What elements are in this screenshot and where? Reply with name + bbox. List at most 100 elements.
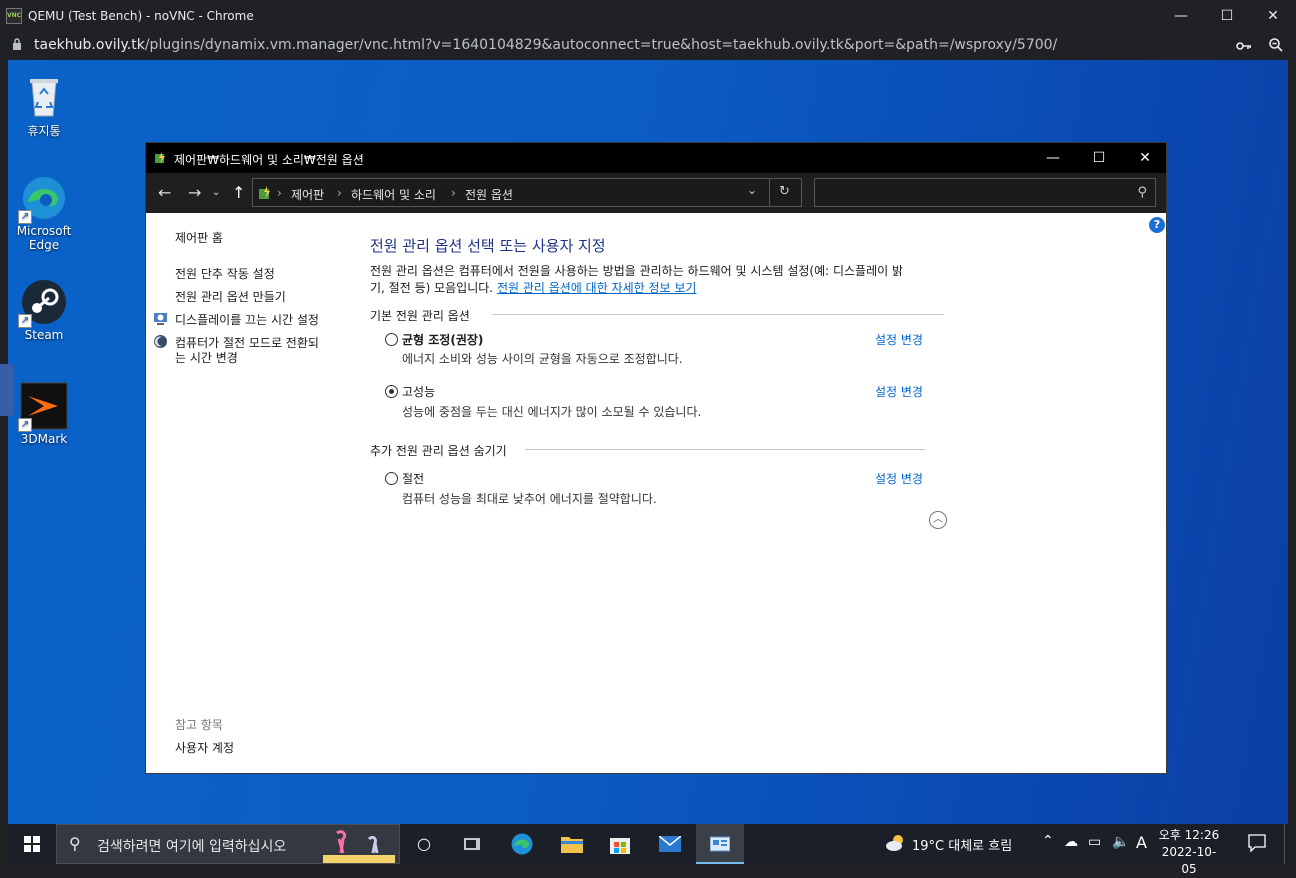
task-view-icon[interactable] — [448, 824, 496, 864]
plan-name-balanced[interactable]: 균형 조정(권장) — [402, 331, 483, 348]
plan-desc-balanced: 에너지 소비와 성능 사이의 균형을 자동으로 조정합니다. — [402, 352, 683, 366]
change-settings-power-saver-link[interactable]: 설정 변경 — [875, 470, 923, 487]
weather-cloud-sun-icon[interactable] — [884, 832, 906, 854]
url-host: taekhub.ovily.tk — [34, 37, 145, 53]
see-also-header: 참고 항목 — [175, 718, 223, 732]
edge-icon: ↗ — [18, 174, 68, 224]
url-path: /plugins/dynamix.vm.manager/vnc.html?v=1… — [144, 37, 1058, 53]
breadcrumb-separator: › — [451, 186, 456, 200]
plan-name-power-saver[interactable]: 절전 — [402, 470, 424, 487]
recent-locations-chevron-icon[interactable]: ⌄ — [212, 187, 220, 198]
page-description: 전원 관리 옵션은 컴퓨터에서 전원을 사용하는 방법을 관리하는 하드웨어 및… — [370, 263, 960, 297]
desktop-icon-edge[interactable]: ↗ Microsoft Edge — [8, 174, 80, 252]
desktop-icon-label: 3DMark — [20, 432, 68, 446]
description-line1: 전원 관리 옵션은 컴퓨터에서 전원을 사용하는 방법을 관리하는 하드웨어 및… — [370, 264, 904, 278]
start-button[interactable] — [8, 824, 56, 864]
search-highlight-flamingo-icon — [323, 830, 395, 863]
plan-name-high-performance[interactable]: 고성능 — [402, 383, 435, 400]
shortcut-arrow-icon: ↗ — [18, 210, 32, 224]
plan-radio-balanced[interactable] — [385, 333, 398, 346]
section-divider — [492, 314, 944, 315]
sidebar-item-power-button-settings[interactable]: 전원 단추 작동 설정 — [175, 265, 275, 282]
sleep-moon-icon — [154, 335, 167, 348]
browser-address-bar[interactable]: taekhub.ovily.tk/plugins/dynamix.vm.mana… — [0, 32, 1296, 60]
address-divider — [769, 179, 770, 206]
network-icon[interactable]: ▭ — [1088, 834, 1101, 850]
clock-time: 오후 12:26 — [1158, 828, 1220, 842]
display-clock-icon — [154, 313, 167, 325]
file-explorer-icon[interactable] — [548, 824, 596, 864]
taskbar-edge-icon[interactable] — [498, 824, 546, 864]
plan-radio-power-saver[interactable] — [385, 472, 398, 485]
window-minimize-button[interactable]: — — [1030, 143, 1076, 173]
tray-overflow-chevron-icon[interactable]: ⌃ — [1042, 833, 1054, 849]
steam-icon: ↗ — [18, 278, 68, 328]
sidebar-item-sleep-time-line2[interactable]: 는 시간 변경 — [175, 349, 238, 366]
main-content: 전원 관리 옵션 선택 또는 사용자 지정 전원 관리 옵션은 컴퓨터에서 전원… — [370, 213, 1150, 773]
breadcrumb-power-options[interactable]: 전원 옵션 — [465, 186, 513, 203]
taskbar: ⚲ 검색하려면 여기에 입력하십시오 ○ 19°C 대체로 흐림 ⌃ ☁ ▭ 🔈… — [8, 824, 1288, 876]
power-options-icon — [155, 152, 165, 164]
more-info-link[interactable]: 전원 관리 옵션에 대한 자세한 정보 보기 — [497, 281, 697, 295]
plan-radio-high-performance[interactable] — [385, 385, 398, 398]
window-close-button[interactable]: ✕ — [1122, 143, 1168, 173]
back-arrow-icon[interactable]: ← — [158, 183, 171, 202]
breadcrumb-hardware-sound[interactable]: 하드웨어 및 소리 — [351, 186, 436, 203]
browser-maximize-button[interactable]: ☐ — [1204, 0, 1250, 32]
lock-icon — [13, 38, 21, 50]
store-icon[interactable] — [596, 824, 644, 864]
up-arrow-icon[interactable]: ↑ — [232, 183, 245, 202]
desktop-icon-label: Microsoft Edge — [16, 224, 72, 252]
mail-icon[interactable] — [646, 824, 694, 864]
sidebar-item-control-panel-home[interactable]: 제어판 홈 — [175, 229, 223, 246]
address-bar[interactable]: › 제어판 › 하드웨어 및 소리 › 전원 옵션 ⌄ ↻ — [252, 178, 802, 207]
search-icon[interactable]: ⚲ — [1137, 185, 1147, 200]
collapse-chevron-up-icon[interactable]: ︿ — [929, 511, 947, 529]
desktop: 휴지통 ↗ Microsoft Edge ↗ Steam ↗ 3DMark 제어… — [8, 60, 1288, 824]
change-settings-high-performance-link[interactable]: 설정 변경 — [875, 383, 923, 400]
help-icon[interactable]: ? — [1149, 217, 1165, 233]
action-center-icon[interactable] — [1248, 834, 1266, 852]
desktop-icon-3dmark[interactable]: ↗ 3DMark — [8, 382, 80, 446]
search-input[interactable]: ⚲ — [814, 178, 1156, 207]
search-placeholder: 검색하려면 여기에 입력하십시오 — [97, 839, 287, 855]
ime-indicator[interactable]: A — [1136, 833, 1147, 852]
cortana-circle-icon[interactable]: ○ — [400, 824, 448, 864]
extra-plans-header[interactable]: 추가 전원 관리 옵션 숨기기 — [370, 442, 507, 459]
breadcrumb-control-panel[interactable]: 제어판 — [291, 186, 324, 203]
desktop-icon-steam[interactable]: ↗ Steam — [8, 278, 80, 342]
sidebar-item-user-accounts[interactable]: 사용자 계정 — [175, 739, 234, 756]
recycle-bin-icon — [20, 72, 68, 120]
control-panel-icon — [259, 186, 270, 199]
description-line2: 기, 절전 등) 모음입니다. — [370, 281, 497, 295]
search-icon: ⚲ — [69, 834, 81, 853]
change-settings-balanced-link[interactable]: 설정 변경 — [875, 331, 923, 348]
left-navigation-pane: 제어판 홈 전원 단추 작동 설정 전원 관리 옵션 만들기 디스플레이를 끄는… — [146, 213, 346, 773]
system-clock[interactable]: 오후 12:26 2022-10-05 — [1157, 827, 1221, 878]
weather-text[interactable]: 19°C 대체로 흐림 — [912, 835, 1012, 875]
shortcut-arrow-icon: ↗ — [18, 418, 32, 432]
refresh-icon[interactable]: ↻ — [779, 184, 790, 199]
novnc-control-handle[interactable] — [0, 364, 14, 416]
clock-date: 2022-10-05 — [1161, 845, 1217, 876]
browser-title: QEMU (Test Bench) - noVNC - Chrome — [28, 9, 254, 23]
desktop-icon-recycle-bin[interactable]: 휴지통 — [8, 72, 80, 139]
address-dropdown-chevron-icon[interactable]: ⌄ — [747, 183, 757, 197]
taskbar-control-panel-button[interactable] — [696, 824, 744, 864]
taskbar-search-input[interactable]: ⚲ 검색하려면 여기에 입력하십시오 — [56, 824, 400, 864]
vnc-app-icon: VNC — [6, 8, 22, 24]
onedrive-cloud-icon[interactable]: ☁ — [1064, 834, 1078, 850]
forward-arrow-icon[interactable]: → — [188, 183, 201, 202]
key-icon[interactable] — [1236, 38, 1252, 54]
browser-close-button[interactable]: ✕ — [1250, 0, 1296, 32]
zoom-icon[interactable] — [1268, 37, 1284, 53]
page-title: 전원 관리 옵션 선택 또는 사용자 지정 — [370, 237, 606, 255]
sidebar-item-display-off-time[interactable]: 디스플레이를 끄는 시간 설정 — [175, 311, 319, 328]
sidebar-item-create-power-plan[interactable]: 전원 관리 옵션 만들기 — [175, 288, 286, 305]
window-title: 제어판₩하드웨어 및 소리₩전원 옵션 — [174, 153, 364, 167]
show-desktop-button[interactable] — [1284, 824, 1288, 864]
url-text[interactable]: taekhub.ovily.tk/plugins/dynamix.vm.mana… — [34, 37, 1057, 53]
volume-muted-icon[interactable]: 🔈 — [1112, 834, 1129, 850]
window-maximize-button[interactable]: ☐ — [1076, 143, 1122, 173]
browser-minimize-button[interactable]: — — [1158, 0, 1204, 32]
